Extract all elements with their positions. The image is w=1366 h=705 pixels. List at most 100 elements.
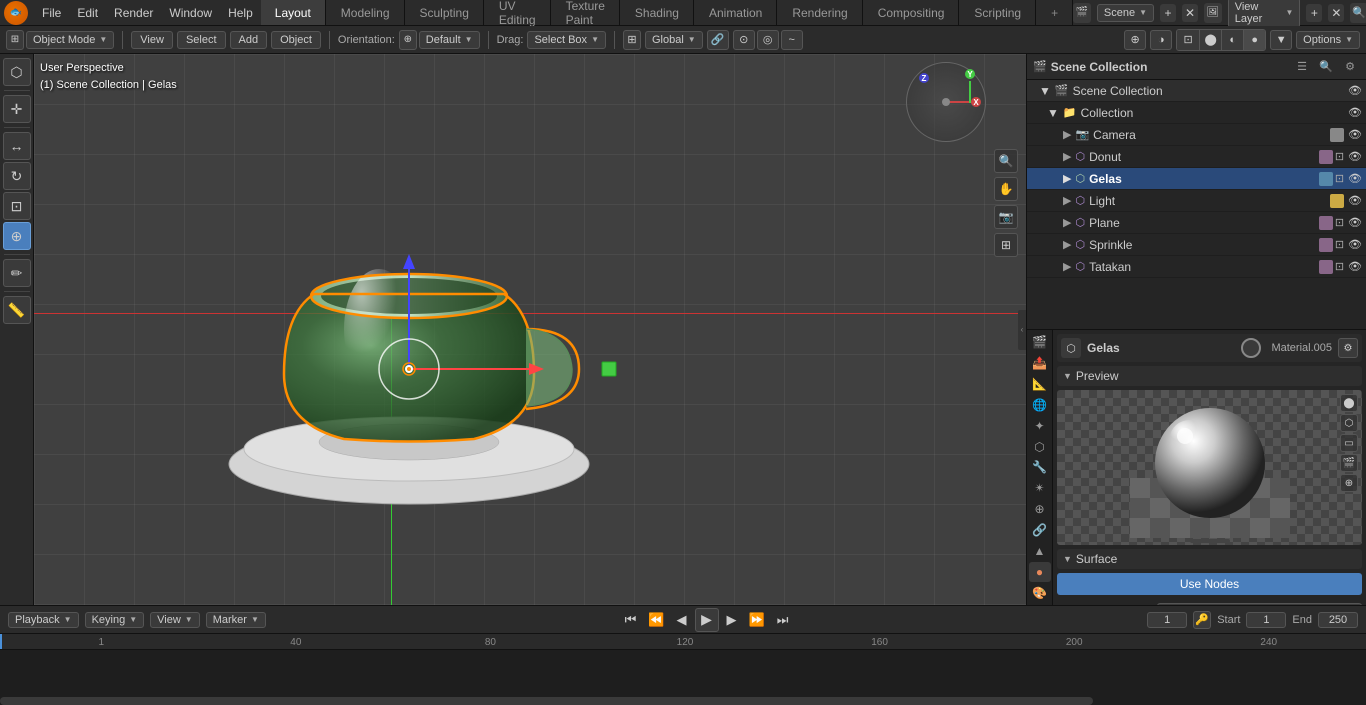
timeline-scrollbar[interactable] — [0, 697, 1366, 705]
add-menu-btn[interactable]: Add — [230, 31, 268, 49]
tab-animation[interactable]: Animation — [695, 0, 777, 25]
outliner-search-btn[interactable]: 🔍 — [1316, 57, 1336, 77]
current-frame[interactable]: 1 — [1147, 612, 1187, 628]
next-frame-btn[interactable]: ▶ — [723, 610, 741, 630]
drag-dropdown[interactable]: Select Box ▼ — [527, 31, 606, 49]
outliner-scene-collection[interactable]: ▼ 🎬 Scene Collection 👁 — [1027, 80, 1366, 102]
orientation-gizmo[interactable]: X Y Z — [906, 62, 986, 142]
menu-window[interactable]: Window — [161, 4, 220, 22]
props-tab-output[interactable]: 📤 — [1029, 353, 1051, 373]
transform-dropdown[interactable]: Global ▼ — [645, 31, 703, 49]
donut-eye[interactable]: 👁 — [1348, 150, 1362, 163]
view-dropdown[interactable]: View ▼ — [150, 612, 200, 628]
view-layer-icon[interactable]: 🖼 — [1204, 3, 1222, 23]
tab-rendering[interactable]: Rendering — [778, 0, 862, 25]
scene-del-btn[interactable]: ✕ — [1182, 4, 1198, 22]
scene-coll-eye[interactable]: 👁 — [1348, 84, 1362, 97]
cursor-btn[interactable]: ✛ — [3, 95, 31, 123]
gizmo-toggle[interactable]: ⊕ — [1124, 30, 1146, 50]
hand-btn[interactable]: ✋ — [994, 177, 1018, 201]
outliner-sprinkle[interactable]: ▶ ⬡ Sprinkle ⊡ 👁 — [1027, 234, 1366, 256]
marker-dropdown[interactable]: Marker ▼ — [206, 612, 266, 628]
preview-cube-btn[interactable]: ⬡ — [1340, 414, 1358, 432]
outliner-gelas[interactable]: ▶ ⬡ Gelas ⊡ 👁 — [1027, 168, 1366, 190]
transform-btn[interactable]: ⊕ — [3, 222, 31, 250]
camera-eye[interactable]: 👁 — [1348, 128, 1362, 141]
tab-modeling[interactable]: Modeling — [327, 0, 405, 25]
outliner-settings-btn[interactable]: ⚙ — [1340, 57, 1360, 77]
zoom-btn[interactable]: 🔍 — [994, 149, 1018, 173]
start-frame[interactable]: 1 — [1246, 612, 1286, 628]
tab-uv-editing[interactable]: UV Editing — [485, 0, 551, 25]
scene-dropdown[interactable]: Scene ▼ — [1097, 4, 1154, 22]
prev-frame-btn[interactable]: ◀ — [673, 610, 691, 630]
camera-switch-btn[interactable]: 📷 — [994, 205, 1018, 229]
props-tab-material[interactable]: ● — [1029, 562, 1051, 582]
menu-render[interactable]: Render — [106, 4, 161, 22]
use-nodes-button[interactable]: Use Nodes — [1057, 573, 1362, 595]
gizmo-z-axis[interactable]: Z — [919, 73, 929, 83]
tab-scripting[interactable]: Scripting — [960, 0, 1036, 25]
playback-dropdown[interactable]: Playback ▼ — [8, 612, 79, 628]
proportional-type-btn[interactable]: ~ — [781, 30, 803, 50]
props-tab-physics[interactable]: ⊕ — [1029, 499, 1051, 519]
menu-edit[interactable]: Edit — [69, 4, 106, 22]
rendered-btn[interactable]: ● — [1243, 30, 1265, 50]
tab-add[interactable]: + — [1037, 0, 1073, 25]
mode-icon[interactable]: ⊞ — [6, 30, 24, 50]
play-btn[interactable]: ▶ — [695, 608, 719, 632]
outliner-tatakan[interactable]: ▶ ⬡ Tatakan ⊡ 👁 — [1027, 256, 1366, 278]
move-btn[interactable]: ↔ — [3, 132, 31, 160]
light-eye[interactable]: 👁 — [1348, 194, 1362, 207]
tab-shading[interactable]: Shading — [621, 0, 694, 25]
scene-type-icon[interactable]: 🎬 — [1073, 3, 1091, 23]
props-tab-particles[interactable]: ✴ — [1029, 478, 1051, 498]
props-tab-render[interactable]: 🎬 — [1029, 332, 1051, 352]
plane-eye[interactable]: 👁 — [1348, 216, 1362, 229]
keying-dropdown[interactable]: Keying ▼ — [85, 612, 145, 628]
keyframe-add-btn[interactable]: 🔑 — [1193, 611, 1211, 629]
preview-scene-btn[interactable]: 🎬 — [1340, 454, 1358, 472]
panel-toggle-right[interactable]: ‹ — [1018, 310, 1026, 350]
solid-btn[interactable]: ⬤ — [1199, 30, 1221, 50]
outliner-plane[interactable]: ▶ ⬡ Plane ⊡ 👁 — [1027, 212, 1366, 234]
wireframe-btn[interactable]: ⊡ — [1177, 30, 1199, 50]
jump-start-btn[interactable]: ⏮ — [621, 610, 641, 630]
snap-btn[interactable]: ⊙ — [733, 30, 755, 50]
tab-layout[interactable]: Layout — [261, 0, 326, 25]
outliner-light[interactable]: ▶ ⬡ Light 👁 — [1027, 190, 1366, 212]
props-tab-data[interactable]: ▲ — [1029, 541, 1051, 561]
chain-icon[interactable]: 🔗 — [707, 30, 729, 50]
outliner-donut[interactable]: ▶ ⬡ Donut ⊡ 👁 — [1027, 146, 1366, 168]
blender-logo[interactable]: 🐟 — [4, 1, 28, 25]
props-tab-world[interactable]: ✦ — [1029, 416, 1051, 436]
mode-dropdown[interactable]: Object Mode ▼ — [26, 31, 114, 49]
props-tab-shader[interactable]: 🎨 — [1029, 583, 1051, 603]
orientation-dropdown[interactable]: Default ▼ — [419, 31, 480, 49]
props-tab-modifier[interactable]: 🔧 — [1029, 458, 1051, 478]
preview-world-btn[interactable]: ⊕ — [1340, 474, 1358, 492]
viewlayer-new-btn[interactable]: + — [1306, 4, 1322, 22]
scale-btn[interactable]: ⊡ — [3, 192, 31, 220]
outliner-camera[interactable]: ▶ 📷 Camera 👁 — [1027, 124, 1366, 146]
select-menu-btn[interactable]: Select — [177, 31, 226, 49]
search-btn[interactable]: 🔍 — [1350, 3, 1366, 23]
view-menu-btn[interactable]: View — [131, 31, 173, 49]
view-layer-dropdown[interactable]: View Layer ▼ — [1228, 0, 1301, 28]
jump-end-btn[interactable]: ⏭ — [773, 610, 793, 630]
tab-sculpting[interactable]: Sculpting — [406, 0, 484, 25]
timeline-scrollbar-thumb[interactable] — [0, 697, 1093, 705]
overlay-toggle[interactable]: ◑ — [1150, 30, 1172, 50]
end-frame[interactable]: 250 — [1318, 612, 1358, 628]
render-props-btn[interactable]: ▼ — [1270, 30, 1292, 50]
viewport-canvas[interactable]: User Perspective (1) Scene Collection | … — [34, 54, 1026, 605]
options-dropdown[interactable]: Options ▼ — [1296, 31, 1360, 49]
gizmo-y-axis[interactable]: Y — [965, 69, 975, 79]
collection-eye[interactable]: 👁 — [1348, 106, 1362, 119]
view-all-btn[interactable]: ⊞ — [994, 233, 1018, 257]
outliner-filter-btn[interactable]: ☰ — [1292, 57, 1312, 77]
select-box-btn[interactable]: ⬡ — [3, 58, 31, 86]
menu-file[interactable]: File — [34, 4, 69, 22]
annotate-btn[interactable]: ✏ — [3, 259, 31, 287]
preview-resize-handle[interactable] — [1190, 539, 1230, 543]
